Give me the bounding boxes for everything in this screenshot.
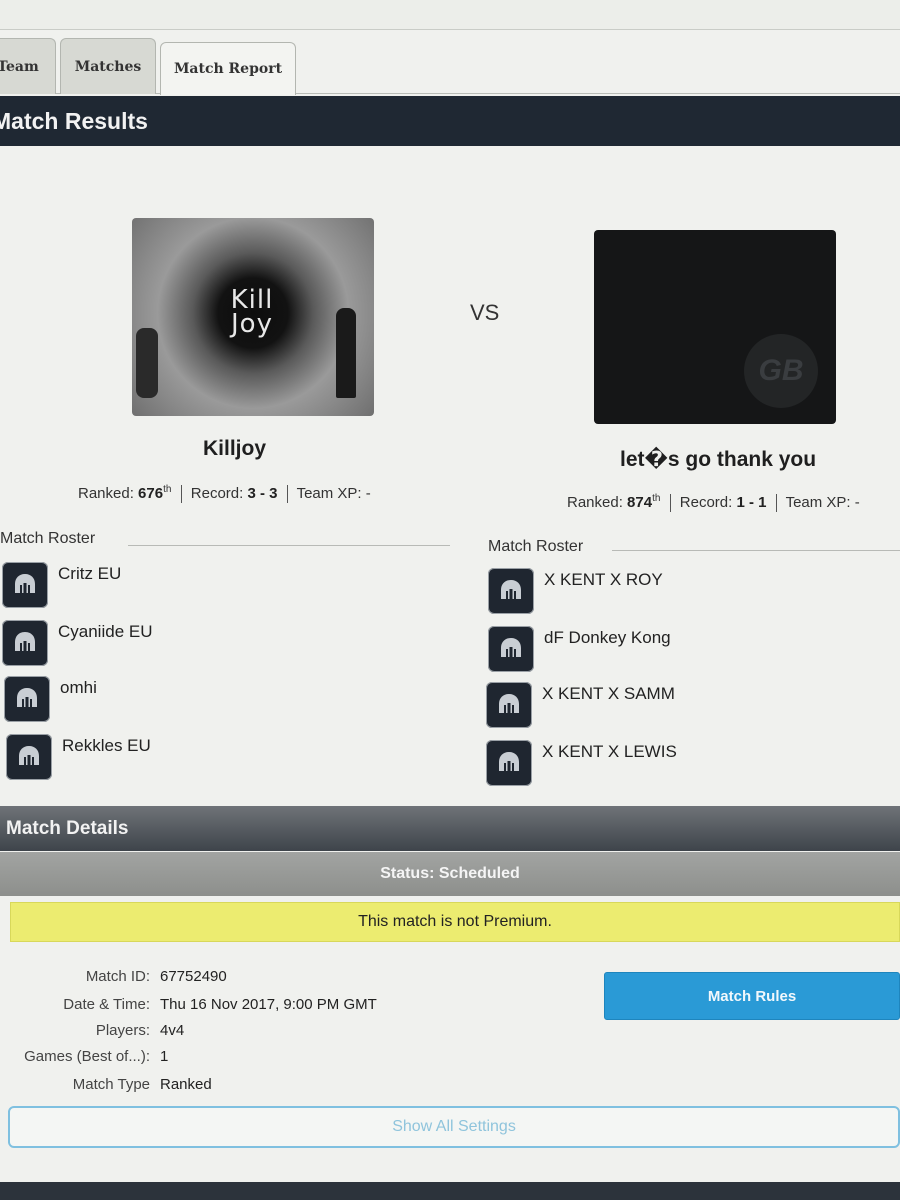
detail-row: Players: 4v4 — [0, 1022, 450, 1048]
show-all-settings-button[interactable]: Show All Settings — [8, 1106, 900, 1148]
team2-xp: - — [854, 494, 860, 511]
team2-logo[interactable]: GB — [594, 230, 836, 424]
team2-stats: Ranked: 874th Record: 1 - 1 Team XP: - — [567, 493, 860, 513]
roster-player-name[interactable]: dF Donkey Kong — [544, 628, 671, 648]
tab-matches[interactable]: Matches — [60, 38, 156, 94]
spartan-helmet-icon — [2, 562, 48, 608]
spartan-helmet-icon — [488, 568, 534, 614]
logo-figure-right — [336, 308, 356, 398]
logo-figure-left — [136, 328, 158, 398]
detail-value: 4v4 — [160, 1022, 185, 1039]
status-bar: Status: Scheduled — [0, 852, 900, 896]
detail-value: Thu 16 Nov 2017, 9:00 PM GMT — [160, 996, 377, 1013]
match-details-header: Match Details — [0, 806, 900, 851]
match-details-title: Match Details — [6, 817, 129, 839]
vs-label: VS — [470, 300, 500, 325]
team1-logo-text: Kill Joy — [202, 287, 302, 339]
team1-rank-suffix: th — [163, 484, 172, 495]
team2-xp-label: Team XP: — [785, 494, 851, 511]
team1-rank: 676 — [138, 485, 164, 502]
match-rules-button[interactable]: Match Rules — [604, 972, 900, 1020]
team2-rank-suffix: th — [652, 493, 661, 504]
team1-roster-divider — [128, 545, 450, 546]
team2-name[interactable]: let�s go thank you — [620, 447, 816, 472]
team2-roster-title: Match Roster — [488, 538, 584, 555]
team2-rank: 874 — [627, 494, 653, 511]
roster-player[interactable]: X KENT X SAMM — [486, 682, 675, 728]
team1-logo[interactable]: Kill Joy — [132, 218, 374, 416]
team2-roster-divider — [612, 550, 900, 551]
team1-xp: - — [365, 485, 371, 502]
team2-record-label: Record: — [679, 494, 733, 511]
spartan-helmet-icon — [2, 620, 48, 666]
tab-team[interactable]: Team — [0, 38, 56, 94]
tab-bar: Team Matches Match Report — [0, 34, 900, 95]
detail-value: 1 — [160, 1048, 169, 1065]
team1-logo-line2: Joy — [231, 309, 273, 339]
premium-notice: This match is not Premium. — [10, 902, 900, 942]
separator — [180, 485, 182, 504]
roster-player-name[interactable]: omhi — [60, 678, 97, 698]
team1-roster-title: Match Roster — [0, 530, 96, 547]
roster-player[interactable]: dF Donkey Kong — [488, 626, 671, 672]
separator — [775, 494, 777, 513]
separator — [669, 494, 671, 513]
roster-player[interactable]: X KENT X ROY — [488, 568, 663, 614]
bottom-strip — [0, 1182, 900, 1200]
tab-match-report[interactable]: Match Report — [160, 42, 296, 95]
team1-stats: Ranked: 676th Record: 3 - 3 Team XP: - — [78, 484, 371, 504]
detail-label: Games (Best of...): — [24, 1048, 150, 1065]
roster-player[interactable]: X KENT X LEWIS — [486, 740, 677, 786]
detail-label: Date & Time: — [63, 996, 150, 1013]
roster-player-name[interactable]: Cyaniide EU — [58, 622, 153, 642]
detail-row: Date & Time: Thu 16 Nov 2017, 9:00 PM GMT — [0, 996, 450, 1022]
match-results-header: Match Results — [0, 96, 900, 146]
team1-record: 3 - 3 — [247, 485, 278, 502]
detail-value: Ranked — [160, 1076, 212, 1093]
detail-label: Match ID: — [85, 968, 150, 985]
team1-record-label: Record: — [190, 485, 244, 502]
team2-logo-badge: GB — [744, 334, 818, 408]
team2-record: 1 - 1 — [736, 494, 767, 511]
match-report-page: Team Matches Match Report Match Results … — [0, 0, 900, 1200]
detail-row: Match ID: 67752490 — [0, 968, 450, 994]
detail-row: Games (Best of...): 1 — [0, 1048, 450, 1074]
detail-value: 67752490 — [160, 968, 227, 985]
team1-ranked-label: Ranked: — [78, 485, 134, 502]
roster-player-name[interactable]: X KENT X ROY — [544, 570, 663, 590]
detail-label: Match Type — [72, 1076, 150, 1093]
roster-player-name[interactable]: X KENT X LEWIS — [542, 742, 677, 762]
team1-name[interactable]: Killjoy — [203, 437, 266, 461]
match-results-title: Match Results — [0, 107, 148, 134]
separator — [286, 485, 288, 504]
team2-ranked-label: Ranked: — [567, 494, 623, 511]
team1-xp-label: Team XP: — [296, 485, 362, 502]
roster-player-name[interactable]: X KENT X SAMM — [542, 684, 675, 704]
spartan-helmet-icon — [486, 740, 532, 786]
roster-player[interactable]: Critz EU — [2, 562, 121, 608]
roster-player-name[interactable]: Critz EU — [58, 564, 121, 584]
spartan-helmet-icon — [6, 734, 52, 780]
roster-player[interactable]: Cyaniide EU — [2, 620, 153, 666]
spartan-helmet-icon — [4, 676, 50, 722]
spartan-helmet-icon — [486, 682, 532, 728]
roster-player-name[interactable]: Rekkles EU — [62, 736, 151, 756]
detail-row: Match Type Ranked — [0, 1076, 450, 1102]
roster-player[interactable]: Rekkles EU — [6, 734, 151, 780]
roster-player[interactable]: omhi — [4, 676, 97, 722]
spartan-helmet-icon — [488, 626, 534, 672]
detail-label: Players: — [95, 1022, 150, 1039]
top-strip — [0, 0, 900, 30]
